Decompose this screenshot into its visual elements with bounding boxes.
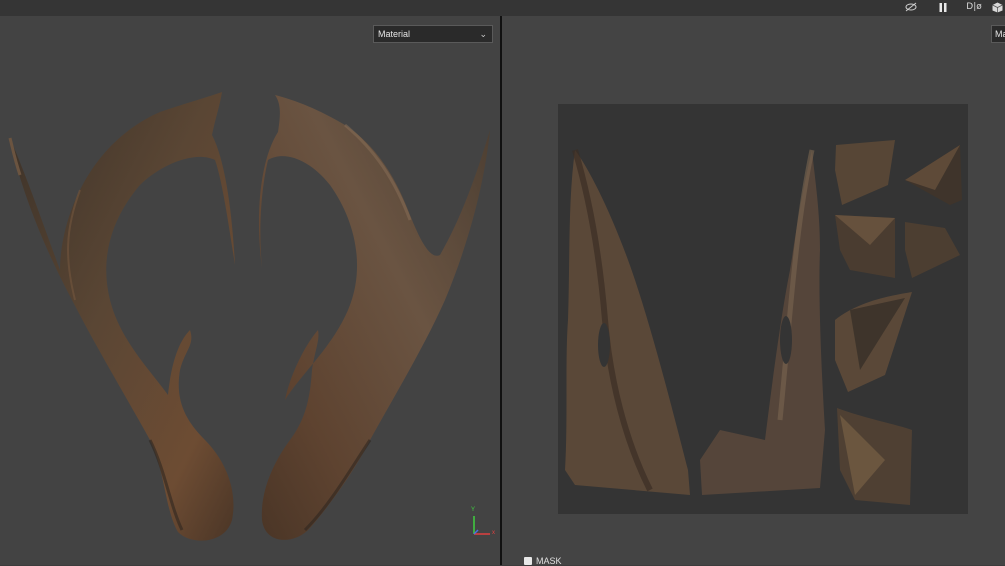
axis-x-label: x (492, 530, 495, 536)
top-toolbar: D|ø (0, 0, 1005, 16)
cube-icon[interactable] (990, 0, 1004, 14)
viewport-2d[interactable]: Ma (502, 16, 1005, 565)
axis-gizmo: Y x (468, 507, 498, 538)
viewport-3d[interactable]: Material ⌄ Y x (0, 16, 500, 565)
channel-dropdown-value: Material (378, 29, 411, 39)
right-horn-mesh (258, 95, 490, 540)
uv-texture-sheet[interactable] (502, 16, 1005, 565)
horn-model-render[interactable] (0, 16, 500, 565)
display-mode-label: D|ø (966, 2, 982, 12)
mask-checkbox-icon[interactable] (524, 557, 532, 565)
chevron-down-icon: ⌄ (479, 29, 487, 39)
axis-y-label: Y (471, 507, 476, 513)
channel-dropdown[interactable]: Material ⌄ (373, 25, 493, 43)
display-mode-icon[interactable]: D|ø (965, 0, 983, 14)
left-horn-mesh (10, 92, 235, 541)
eye-off-icon[interactable] (904, 0, 918, 14)
pause-icon[interactable] (936, 0, 950, 14)
